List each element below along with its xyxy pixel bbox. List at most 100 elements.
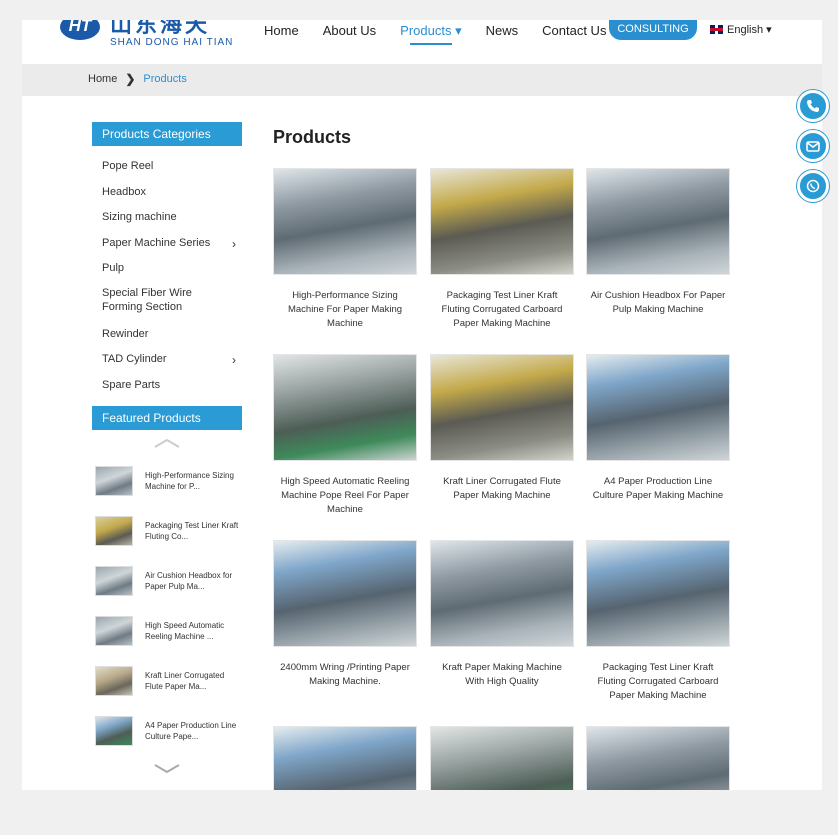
language-label: English ▾ [727,24,772,36]
featured-scroll-down[interactable] [92,756,242,782]
product-thumbnail [95,666,133,696]
product-title[interactable]: High Speed Automatic Reeling Machine Pop… [273,475,417,517]
product-title[interactable]: Kraft Liner Corrugated Flute Paper Makin… [430,475,574,503]
product-card[interactable] [586,726,730,790]
sidebar: Products Categories Pope Reel Headbox Si… [92,122,242,401]
category-special-fiber-wire-forming[interactable]: Special Fiber Wire Forming Section [92,286,232,328]
product-thumbnail [95,616,133,646]
product-image[interactable] [586,540,730,647]
product-card[interactable] [273,726,417,790]
site-logo[interactable]: HT 山东海天 SHAN DONG HAI TIAN [60,20,233,48]
product-title[interactable]: A4 Paper Production Line Culture Paper M… [586,475,730,503]
main-nav: Home About Us Products ▾ News Contact Us [264,23,630,45]
product-card[interactable] [430,726,574,790]
product-title[interactable]: 2400mm Wring /Printing Paper Making Mach… [273,661,417,689]
category-pulp[interactable]: Pulp [92,262,242,286]
chevron-right-icon[interactable]: › [232,353,236,367]
breadcrumb-bar: Home ❯ Products [22,64,822,96]
category-sizing-machine[interactable]: Sizing machine [92,211,242,237]
featured-item-label: Packaging Test Liner Kraft Fluting Co... [145,521,239,541]
chevron-down-icon [154,764,180,774]
page-bottom-area [0,790,838,835]
email-contact-button[interactable] [797,130,829,162]
logo-chinese-text: 山东海天 [110,20,211,37]
category-label: TAD Cylinder [102,353,167,365]
chevron-right-icon[interactable]: › [232,237,236,251]
product-image[interactable] [273,726,417,790]
email-icon [806,141,820,152]
product-thumbnail [95,716,133,746]
product-card[interactable]: Packaging Test Liner Kraft Fluting Corru… [586,540,730,703]
breadcrumb-separator-icon: ❯ [125,72,136,86]
category-headbox[interactable]: Headbox [92,186,242,211]
product-title[interactable]: Packaging Test Liner Kraft Fluting Corru… [430,289,574,331]
product-card[interactable]: Air Cushion Headbox For Paper Pulp Makin… [586,168,730,317]
logo-mark: HT [60,20,100,40]
featured-item[interactable]: A4 Paper Production Line Culture Pape... [92,706,242,756]
product-title[interactable]: Packaging Test Liner Kraft Fluting Corru… [586,661,730,703]
product-card[interactable]: Packaging Test Liner Kraft Fluting Corru… [430,168,574,331]
breadcrumb-home[interactable]: Home [88,73,117,85]
language-selector[interactable]: English ▾ [710,23,772,36]
featured-item-label: A4 Paper Production Line Culture Pape... [145,721,237,741]
product-image[interactable] [273,354,417,461]
featured-item[interactable]: Kraft Liner Corrugated Flute Paper Ma... [92,656,242,706]
phone-icon [807,100,819,112]
featured-item[interactable]: Air Cushion Headbox for Paper Pulp Ma... [92,556,242,606]
nav-about-us[interactable]: About Us [323,23,376,39]
product-card[interactable]: A4 Paper Production Line Culture Paper M… [586,354,730,503]
product-card[interactable]: High Speed Automatic Reeling Machine Pop… [273,354,417,517]
featured-item-label: Kraft Liner Corrugated Flute Paper Ma... [145,671,225,691]
product-title[interactable]: Kraft Paper Making Machine With High Qua… [430,661,574,689]
product-title[interactable]: Air Cushion Headbox For Paper Pulp Makin… [586,289,730,317]
product-title[interactable]: High-Performance Sizing Machine For Pape… [273,289,417,331]
product-card[interactable]: Kraft Paper Making Machine With High Qua… [430,540,574,689]
nav-news[interactable]: News [486,23,519,39]
featured-item[interactable]: Packaging Test Liner Kraft Fluting Co... [92,506,242,556]
breadcrumb: Home ❯ Products [88,72,187,86]
chevron-up-icon [154,438,180,448]
product-card[interactable]: Kraft Liner Corrugated Flute Paper Makin… [430,354,574,503]
categories-heading: Products Categories [92,122,242,146]
product-image[interactable] [430,168,574,275]
product-thumbnail [95,566,133,596]
category-label: Paper Machine Series [102,237,211,249]
nav-home[interactable]: Home [264,23,299,39]
product-image[interactable] [586,354,730,461]
nav-contact-us[interactable]: Contact Us [542,23,606,39]
product-image[interactable] [430,354,574,461]
logo-english-text: SHAN DONG HAI TIAN [110,37,234,48]
uk-flag-icon [710,25,723,34]
featured-item-label: High-Performance Sizing Machine for P... [145,471,234,491]
whatsapp-icon [806,179,820,193]
featured-products: Featured Products High-Performance Sizin… [92,406,242,782]
featured-item-label: High Speed Automatic Reeling Machine ... [145,621,225,641]
product-image[interactable] [273,540,417,647]
product-thumbnail [95,466,133,496]
consulting-button[interactable]: CONSULTING [609,20,697,40]
featured-item-label: Air Cushion Headbox for Paper Pulp Ma... [145,571,233,591]
category-rewinder[interactable]: Rewinder [92,328,242,353]
category-spare-parts[interactable]: Spare Parts [92,379,242,401]
product-card[interactable]: High-Performance Sizing Machine For Pape… [273,168,417,331]
product-thumbnail [95,516,133,546]
product-card[interactable]: 2400mm Wring /Printing Paper Making Mach… [273,540,417,689]
featured-item[interactable]: High Speed Automatic Reeling Machine ... [92,606,242,656]
featured-scroll-up[interactable] [92,430,242,456]
category-pope-reel[interactable]: Pope Reel [92,160,242,186]
nav-products[interactable]: Products ▾ [400,23,462,45]
page-title: Products [273,127,352,147]
product-image[interactable] [430,726,574,790]
whatsapp-contact-button[interactable] [797,170,829,202]
category-paper-machine-series[interactable]: Paper Machine Series › [92,237,242,262]
category-tad-cylinder[interactable]: TAD Cylinder › [92,353,242,379]
phone-contact-button[interactable] [797,90,829,122]
product-image[interactable] [430,540,574,647]
product-image[interactable] [273,168,417,275]
product-image[interactable] [586,168,730,275]
site-header: HT 山东海天 SHAN DONG HAI TIAN Home About Us… [22,20,822,64]
breadcrumb-current[interactable]: Products [143,73,186,85]
product-image[interactable] [586,726,730,790]
featured-item[interactable]: High-Performance Sizing Machine for P... [92,456,242,506]
page-frame: HT 山东海天 SHAN DONG HAI TIAN Home About Us… [22,20,822,790]
